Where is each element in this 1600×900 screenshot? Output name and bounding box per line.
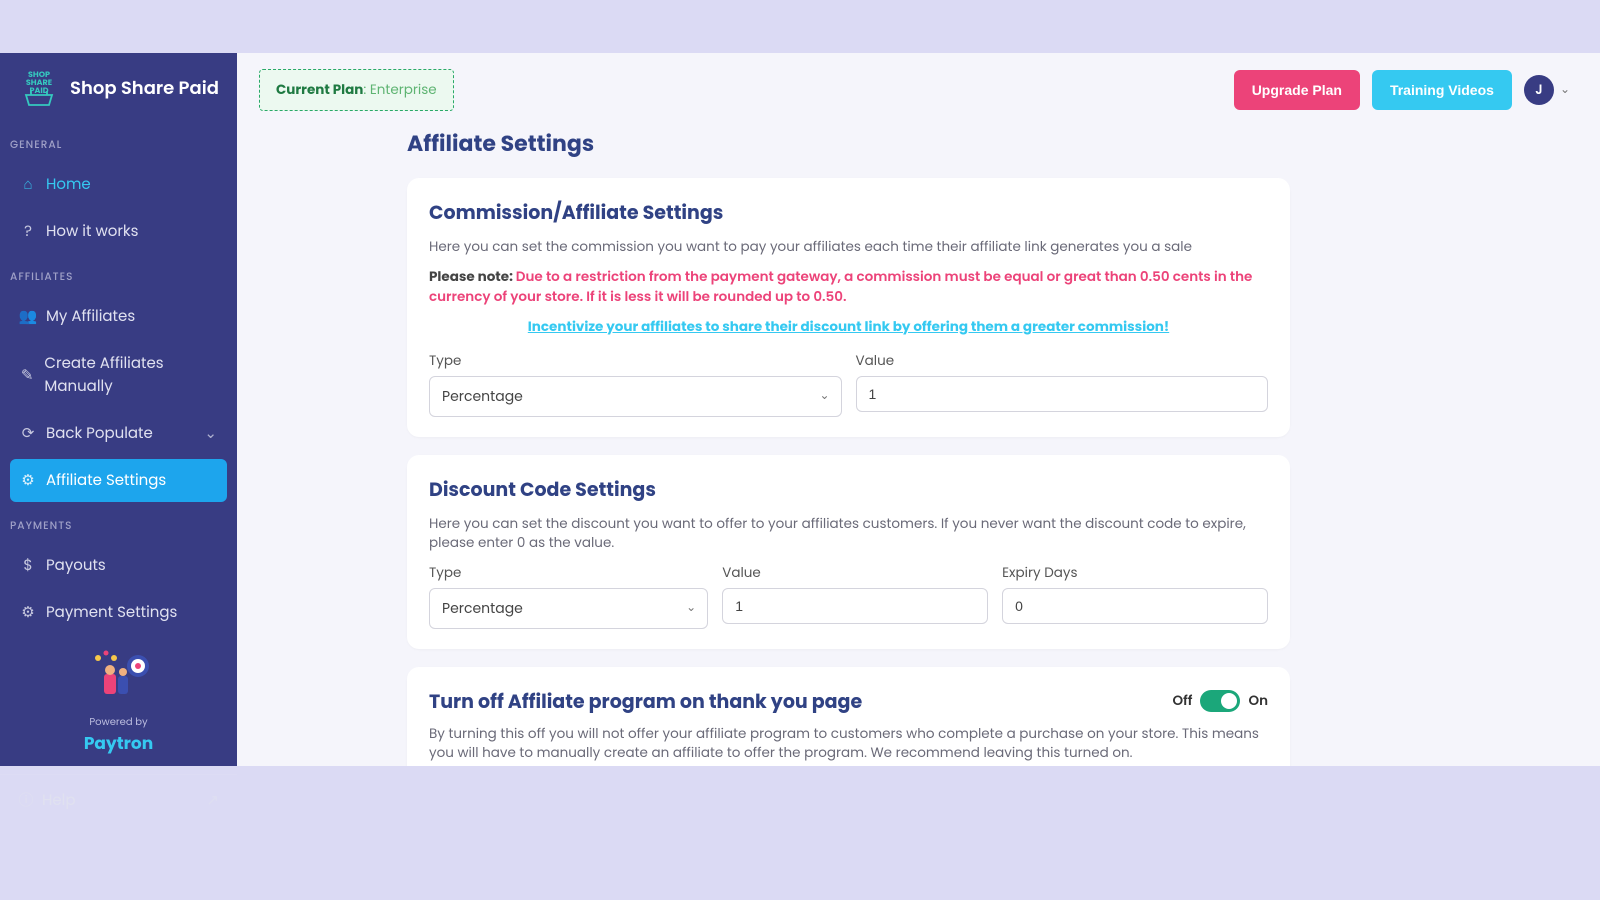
card-title: Discount Code Settings <box>429 475 1268 504</box>
sliders-icon: ⚙ <box>20 469 36 492</box>
app-name: Shop Share Paid <box>70 75 219 102</box>
sidebar-item-my-affiliates[interactable]: 👥 My Affiliates <box>10 295 227 338</box>
discount-type-select[interactable]: Percentage <box>429 588 708 629</box>
powered-by-brand: Paytron <box>0 730 237 756</box>
gear-icon: ⚙ <box>20 601 36 624</box>
off-label: Off <box>1173 691 1193 711</box>
page-title: Affiliate Settings <box>407 127 1290 160</box>
on-label: On <box>1248 691 1268 711</box>
home-icon: ⌂ <box>20 173 36 196</box>
note-text: Due to a restriction from the payment ga… <box>429 267 1252 306</box>
discount-type-col: Type Percentage ⌄ <box>429 563 708 629</box>
sidebar-footer: Powered by Paytron ⓘ Help ↗ <box>0 636 237 826</box>
sidebar-item-label: Home <box>46 173 91 196</box>
edit-icon: ✎ <box>20 364 34 387</box>
commission-value-input[interactable] <box>856 376 1269 412</box>
thankyou-toggle-card: Turn off Affiliate program on thank you … <box>407 667 1290 766</box>
commission-type-col: Type Percentage ⌄ <box>429 351 842 417</box>
logo-area[interactable]: SHOP SHARE PAID Shop Share Paid <box>0 53 237 123</box>
sidebar-item-help[interactable]: ⓘ Help ↗ <box>0 774 237 826</box>
users-icon: 👥 <box>20 305 36 328</box>
chevron-down-icon: ⌄ <box>1560 81 1570 99</box>
plan-label: Current Plan <box>276 80 363 99</box>
question-icon: ? <box>20 220 36 243</box>
card-desc: Here you can set the discount you want t… <box>429 514 1268 553</box>
card-desc: By turning this off you will not offer y… <box>429 724 1268 763</box>
powered-by-label: Powered by <box>0 714 237 730</box>
sidebar-item-create-affiliates[interactable]: ✎ Create Affiliates Manually <box>10 342 227 408</box>
commission-value-col: Value <box>856 351 1269 417</box>
card-desc: Here you can set the commission you want… <box>429 237 1268 257</box>
incentive-link[interactable]: Incentivize your affiliates to share the… <box>429 317 1268 337</box>
nav-section-affiliates: AFFILIATES <box>0 255 237 293</box>
logo-icon: SHOP SHARE PAID <box>18 67 60 109</box>
refresh-icon: ⟳ <box>20 422 36 445</box>
outer-frame: SHOP SHARE PAID Shop Share Paid GENERAL … <box>0 0 1600 900</box>
discount-form-row: Type Percentage ⌄ Value Expiry Days <box>429 563 1268 629</box>
commission-note: Please note: Due to a restriction from t… <box>429 267 1268 307</box>
chevron-down-icon: ⌄ <box>204 422 217 445</box>
content-area: Affiliate Settings Commission/Affiliate … <box>237 123 1600 766</box>
topbar-right: Upgrade Plan Training Videos J ⌄ <box>1234 70 1570 110</box>
discount-settings-card: Discount Code Settings Here you can set … <box>407 455 1290 649</box>
external-link-icon: ↗ <box>206 789 219 812</box>
sidebar: SHOP SHARE PAID Shop Share Paid GENERAL … <box>0 53 237 766</box>
sidebar-item-payment-settings[interactable]: ⚙ Payment Settings <box>10 591 227 634</box>
sidebar-item-payouts[interactable]: $ Payouts <box>10 544 227 587</box>
sidebar-item-back-populate[interactable]: ⟳ Back Populate ⌄ <box>10 412 227 455</box>
training-videos-button[interactable]: Training Videos <box>1372 70 1512 110</box>
topbar: Current Plan: Enterprise Upgrade Plan Tr… <box>237 53 1600 123</box>
card-title: Commission/Affiliate Settings <box>429 198 1268 227</box>
sidebar-illustration <box>84 646 154 706</box>
note-label: Please note: <box>429 267 516 286</box>
value-label: Value <box>856 351 1269 371</box>
sidebar-item-label: Payment Settings <box>46 601 177 624</box>
dollar-icon: $ <box>20 554 36 577</box>
discount-expiry-input[interactable] <box>1002 588 1268 624</box>
plan-value: : Enterprise <box>363 80 436 99</box>
current-plan-badge: Current Plan: Enterprise <box>259 69 454 111</box>
avatar: J <box>1524 75 1554 105</box>
commission-type-select[interactable]: Percentage <box>429 376 842 417</box>
nav-section-payments: PAYMENTS <box>0 504 237 542</box>
card-title: Turn off Affiliate program on thank you … <box>429 687 862 716</box>
commission-form-row: Type Percentage ⌄ Value <box>429 351 1268 417</box>
discount-expiry-col: Expiry Days <box>1002 563 1268 629</box>
discount-value-input[interactable] <box>722 588 988 624</box>
expiry-label: Expiry Days <box>1002 563 1268 583</box>
sidebar-item-label: My Affiliates <box>46 305 135 328</box>
discount-value-col: Value <box>722 563 988 629</box>
help-label: Help <box>42 789 76 812</box>
sidebar-item-home[interactable]: ⌂ Home <box>10 163 227 206</box>
app-root: SHOP SHARE PAID Shop Share Paid GENERAL … <box>0 53 1600 766</box>
nav-section-general: GENERAL <box>0 123 237 161</box>
sidebar-item-label: Payouts <box>46 554 106 577</box>
upgrade-plan-button[interactable]: Upgrade Plan <box>1234 70 1360 110</box>
help-icon: ⓘ <box>18 789 34 812</box>
thankyou-toggle[interactable] <box>1200 690 1240 712</box>
sidebar-item-label: Affiliate Settings <box>46 469 166 492</box>
commission-settings-card: Commission/Affiliate Settings Here you c… <box>407 178 1290 437</box>
toggle-area: Off On <box>1173 690 1268 712</box>
main-content: Current Plan: Enterprise Upgrade Plan Tr… <box>237 53 1600 766</box>
type-label: Type <box>429 351 842 371</box>
type-label: Type <box>429 563 708 583</box>
thankyou-toggle-row: Turn off Affiliate program on thank you … <box>429 687 1268 716</box>
value-label: Value <box>722 563 988 583</box>
sidebar-item-affiliate-settings[interactable]: ⚙ Affiliate Settings <box>10 459 227 502</box>
sidebar-item-label: How it works <box>46 220 139 243</box>
sidebar-item-label: Back Populate <box>46 422 153 445</box>
user-menu[interactable]: J ⌄ <box>1524 75 1570 105</box>
sidebar-item-how-it-works[interactable]: ? How it works <box>10 210 227 253</box>
sidebar-item-label: Create Affiliates Manually <box>44 352 217 398</box>
